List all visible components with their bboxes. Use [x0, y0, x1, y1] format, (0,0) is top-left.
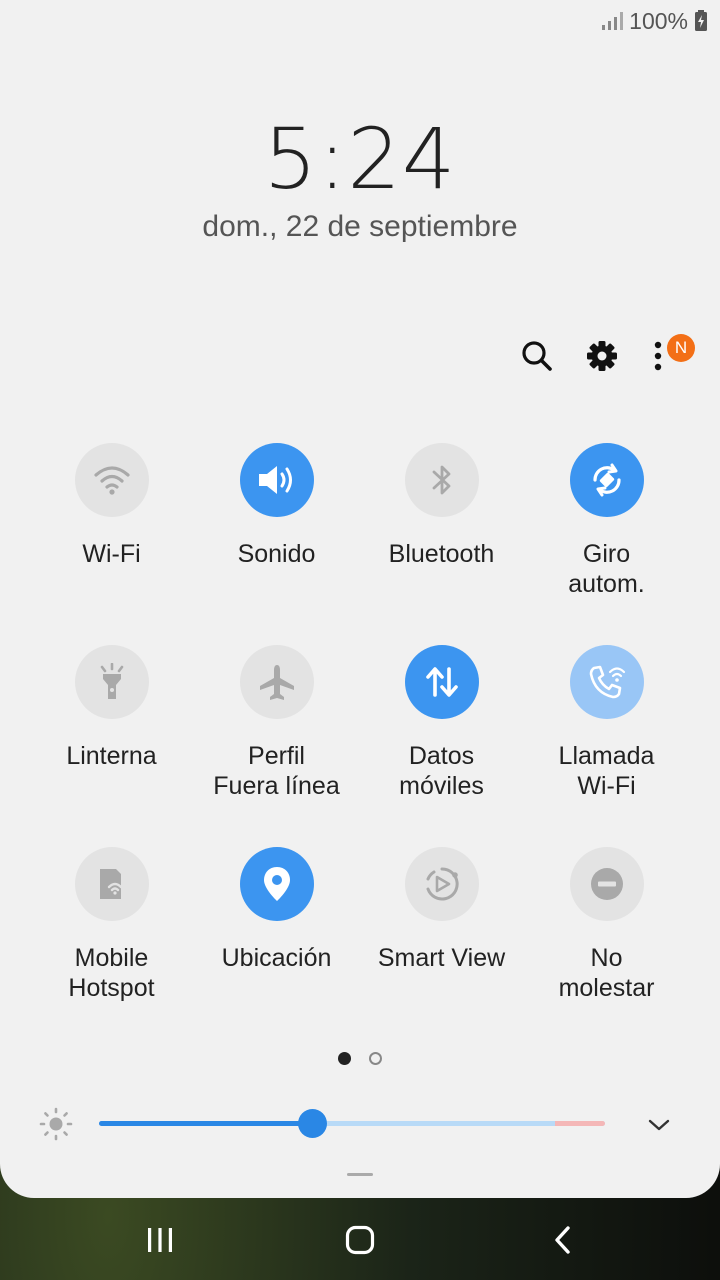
navigation-bar	[0, 1198, 720, 1280]
back-arrow-icon	[555, 1226, 570, 1254]
tile-flashlight[interactable]: Linterna	[29, 645, 194, 771]
brightness-slider-thumb[interactable]	[298, 1109, 327, 1138]
brightness-track[interactable]	[99, 1121, 605, 1126]
panel-drag-handle[interactable]	[347, 1173, 373, 1176]
gear-icon	[587, 341, 617, 371]
notification-panel: 100% 5:24 dom., 22 de septiembre N Wi-Fi…	[0, 0, 720, 1198]
settings-button[interactable]	[580, 334, 624, 378]
brightness-sun-icon	[39, 1107, 73, 1141]
home-icon	[345, 1225, 375, 1255]
tile-sound-label: Sonido	[237, 540, 316, 568]
tile-bluetooth-label: Bluetooth	[388, 540, 495, 568]
sound-icon	[258, 466, 292, 494]
tile-smart-view-toggle[interactable]	[404, 847, 479, 921]
brightness-high-zone	[555, 1121, 605, 1126]
tile-auto-rotate[interactable]: Giro autom.	[524, 443, 689, 599]
signal-icon	[601, 11, 624, 31]
page-indicator	[0, 1052, 720, 1065]
date: dom., 22 de septiembre	[202, 210, 518, 243]
tile-wifi-calling[interactable]: Llamada Wi-Fi	[524, 645, 689, 801]
tile-location-label: Ubicación	[221, 944, 332, 972]
chevron-down-icon	[648, 1119, 670, 1131]
tile-location[interactable]: Ubicación	[194, 847, 359, 973]
page-dot-1[interactable]	[338, 1052, 351, 1065]
hotspot-icon	[99, 869, 122, 899]
tile-wifi[interactable]: Wi-Fi	[29, 443, 194, 569]
airplane-icon	[259, 665, 294, 700]
tile-wifi-calling-label: Llamada Wi-Fi	[558, 742, 655, 800]
tile-wifi-toggle[interactable]	[74, 443, 149, 517]
brightness-fill	[99, 1121, 312, 1126]
back-button[interactable]	[540, 1220, 584, 1260]
tile-bluetooth[interactable]: Bluetooth	[359, 443, 524, 569]
tile-mobile-hotspot-toggle[interactable]	[74, 847, 149, 921]
mobile-data-icon	[425, 667, 458, 697]
tile-do-not-disturb-toggle[interactable]	[569, 847, 644, 921]
auto-rotate-icon	[592, 463, 621, 497]
tile-sound-toggle[interactable]	[239, 443, 314, 517]
tile-do-not-disturb-label: No molestar	[558, 944, 655, 1002]
flashlight-icon	[100, 663, 123, 699]
tile-sound[interactable]: Sonido	[194, 443, 359, 569]
tile-auto-rotate-toggle[interactable]	[569, 443, 644, 517]
tile-do-not-disturb[interactable]: No molestar	[524, 847, 689, 1003]
tile-airplane-mode[interactable]: Perfil Fuera línea	[194, 645, 359, 801]
recent-apps-button[interactable]	[138, 1220, 182, 1260]
tile-auto-rotate-label: Giro autom.	[568, 540, 645, 598]
tile-smart-view-label: Smart View	[377, 944, 506, 972]
more-vertical-icon	[654, 341, 662, 371]
panel-actions: N	[0, 334, 720, 378]
tile-mobile-data[interactable]: Datos móviles	[359, 645, 524, 801]
brightness-control	[0, 1104, 720, 1144]
clock: 5:24	[263, 110, 457, 208]
notification-badge: N	[667, 334, 695, 362]
battery-charging-icon	[694, 10, 708, 32]
search-button[interactable]	[515, 334, 559, 378]
tile-wifi-calling-toggle[interactable]	[569, 645, 644, 719]
bluetooth-icon	[432, 465, 450, 495]
more-options-button[interactable]: N	[646, 334, 695, 378]
tile-flashlight-toggle[interactable]	[74, 645, 149, 719]
tile-mobile-data-toggle[interactable]	[404, 645, 479, 719]
search-icon	[522, 341, 552, 371]
tile-flashlight-label: Linterna	[66, 742, 157, 770]
smart-view-icon	[426, 867, 459, 901]
tile-smart-view[interactable]: Smart View	[359, 847, 524, 973]
battery-percent: 100%	[629, 7, 688, 34]
status-bar: 100%	[601, 6, 708, 36]
wifi-icon	[93, 466, 130, 495]
page-dot-2[interactable]	[369, 1052, 382, 1065]
tile-airplane-mode-toggle[interactable]	[239, 645, 314, 719]
tile-mobile-data-label: Datos móviles	[399, 742, 484, 800]
tile-location-toggle[interactable]	[239, 847, 314, 921]
tile-wifi-label: Wi-Fi	[82, 540, 141, 568]
home-button[interactable]	[338, 1220, 382, 1260]
wifi-call-icon	[589, 665, 625, 699]
expand-brightness-button[interactable]	[644, 1110, 674, 1140]
recent-apps-icon	[148, 1228, 172, 1252]
do-not-disturb-icon	[590, 868, 623, 900]
tile-mobile-hotspot[interactable]: Mobile Hotspot	[29, 847, 194, 1003]
location-icon	[263, 867, 290, 901]
tile-airplane-mode-label: Perfil Fuera línea	[213, 742, 340, 800]
tile-mobile-hotspot-label: Mobile Hotspot	[68, 944, 155, 1002]
tile-bluetooth-toggle[interactable]	[404, 443, 479, 517]
